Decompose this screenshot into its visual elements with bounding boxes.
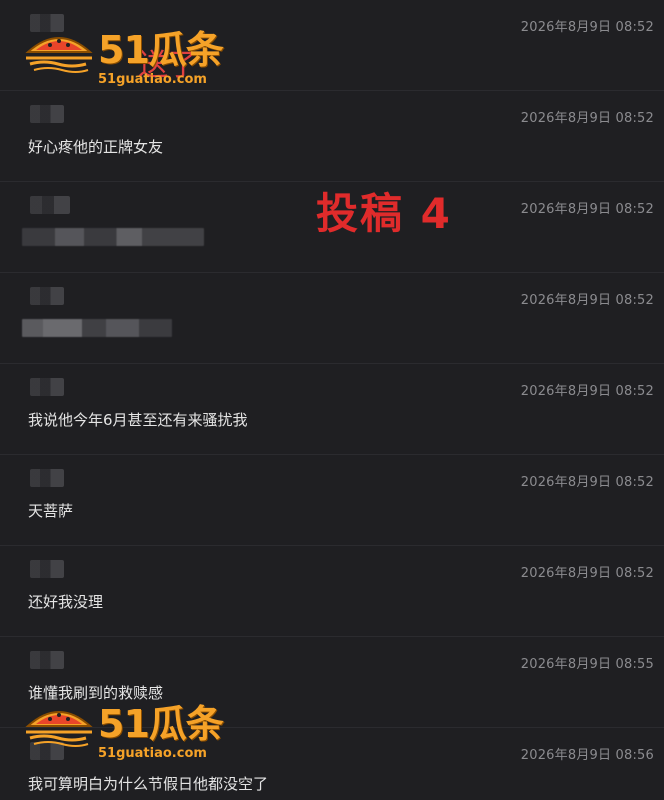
watermark-url: 51guatiao.com <box>98 746 207 761</box>
message-row[interactable]: 2026年8月9日 08:52 好心疼他的正牌女友 <box>0 91 664 182</box>
redacted-message-text <box>22 319 172 337</box>
watermelon-logo-icon <box>24 30 94 74</box>
message-timestamp: 2026年8月9日 08:52 <box>520 111 654 126</box>
message-row[interactable]: 2026年8月9日 08:52 我说他今年6月甚至还有来骚扰我 <box>0 364 664 455</box>
message-timestamp: 2026年8月9日 08:56 <box>520 748 654 763</box>
watermark-top: 51瓜条 51guatiao.com <box>24 28 224 87</box>
message-timestamp: 2026年8月9日 08:52 <box>520 293 654 308</box>
watermark-bottom: 51瓜条 51guatiao.com <box>24 702 224 761</box>
message-timestamp: 2026年8月9日 08:52 <box>520 20 654 35</box>
message-row[interactable]: 2026年8月9日 08:52 还好我没理 <box>0 546 664 637</box>
message-text: 我说他今年6月甚至还有来骚扰我 <box>28 411 248 429</box>
sender-name-redacted <box>30 469 64 487</box>
sender-name-redacted <box>30 196 70 214</box>
message-text: 我可算明白为什么节假日他都没空了 <box>28 775 269 793</box>
sender-name-redacted <box>30 378 64 396</box>
message-timestamp: 2026年8月9日 08:52 <box>520 202 654 217</box>
message-timestamp: 2026年8月9日 08:52 <box>520 475 654 490</box>
watermelon-logo-icon <box>24 704 94 748</box>
message-text: 好心疼他的正牌女友 <box>28 138 164 156</box>
sender-name-redacted <box>30 287 64 305</box>
redacted-message-text <box>22 228 204 246</box>
message-text: 谁懂我刷到的救赎感 <box>28 684 164 702</box>
watermark-title: 51瓜条 <box>98 28 224 72</box>
message-timestamp: 2026年8月9日 08:52 <box>520 566 654 581</box>
sender-name-redacted <box>30 560 64 578</box>
message-row[interactable]: 2026年8月9日 08:52 天菩萨 <box>0 455 664 546</box>
sender-name-redacted <box>30 651 64 669</box>
message-text: 还好我没理 <box>28 593 104 611</box>
watermark-title: 51瓜条 <box>98 702 224 746</box>
message-row[interactable]: 2026年8月9日 08:52 <box>0 273 664 364</box>
sender-name-redacted <box>30 105 64 123</box>
message-list: 2026年8月9日 08:52 2026年8月9日 08:52 好心疼他的正牌女… <box>0 0 664 800</box>
message-timestamp: 2026年8月9日 08:52 <box>520 384 654 399</box>
watermark-url: 51guatiao.com <box>98 72 207 87</box>
message-text: 天菩萨 <box>28 502 74 520</box>
message-timestamp: 2026年8月9日 08:55 <box>520 657 654 672</box>
submission-stamp: 投稿 4 <box>316 189 452 238</box>
